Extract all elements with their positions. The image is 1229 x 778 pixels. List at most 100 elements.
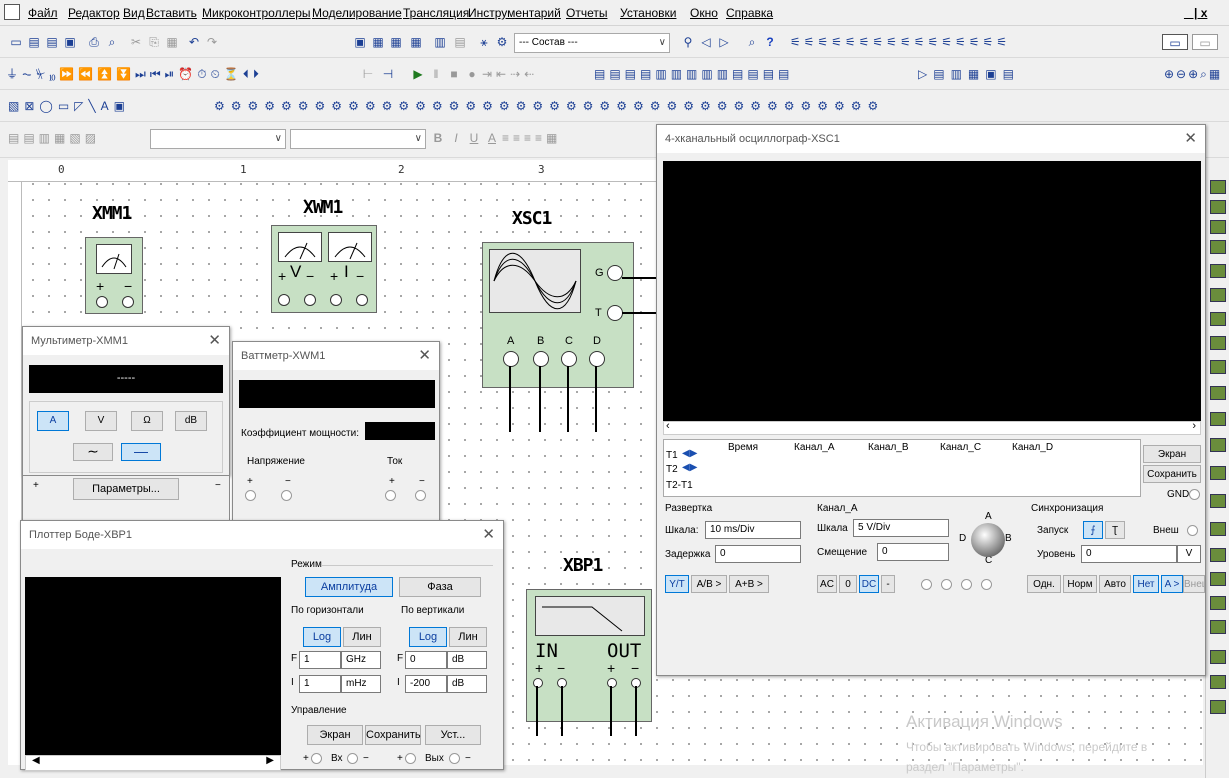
measurement-probes-icon[interactable]: ⚟⚟⚟⚟⚟⚟⚟⚟⚟⚟⚟⚟⚟⚟⚟⚟ [790,34,1100,50]
instrument-bin-icon[interactable] [1210,494,1226,508]
menu-microcontrollers[interactable]: Микроконтроллеры [202,6,311,20]
instrument-bin-icon[interactable] [1210,572,1226,586]
vertical-lin-button[interactable]: Лин [449,627,487,647]
debug-step-icon[interactable]: ⇥⇤⇢⇠ [482,66,562,82]
close-icon[interactable]: ✕ [482,521,495,549]
zoom-icon[interactable]: ⊕⊖⊕⌕▦ [1164,66,1224,82]
minus-coupling-button[interactable]: - [881,575,895,593]
pause-icon[interactable]: ‖ [428,66,444,82]
current-plus-terminal[interactable] [385,490,396,501]
xsc1-instrument[interactable]: G T A B C D [482,242,634,388]
instrument-bin-icon[interactable] [1210,675,1226,689]
voltage-minus-terminal[interactable] [281,490,292,501]
scroll-right-icon[interactable]: ▶ [266,755,274,766]
instrument-bin-icon[interactable] [1210,180,1226,194]
hierarchy-icon[interactable]: ▤ [452,34,468,50]
redo-icon[interactable]: ↷ [204,34,220,50]
trigger-level-unit[interactable]: V [1177,545,1201,563]
scroll-left-icon[interactable]: ‹ [666,420,670,432]
spreadsheet-icon[interactable]: ▦ [408,34,424,50]
layout-tools-icon[interactable]: ▤▤▥▦▧▨ [8,130,138,146]
italic-icon[interactable]: I [448,130,464,146]
instrument-bin-icon[interactable] [1210,264,1226,278]
menu-reports[interactable]: Отчеты [566,6,607,20]
drawing-tools-icon[interactable]: ▧⊠◯▭◸╲A▣ [8,98,208,114]
horizontal-lin-button[interactable]: Лин [343,627,381,647]
copy-icon[interactable]: ⎘ [146,34,162,50]
xsc1-d-terminal[interactable] [589,351,605,367]
amplitude-button[interactable]: Амплитуда [305,577,393,597]
component-wizard-icon[interactable]: ⚙ [494,34,510,50]
bode-screen-button[interactable]: Экран [307,725,363,745]
open-icon[interactable]: ▤ [26,34,42,50]
bom-icon[interactable]: ▥ [432,34,448,50]
fullscreen-icon[interactable]: ▣ [352,34,368,50]
xsc1-c-terminal[interactable] [561,351,577,367]
vertical-i-unit[interactable]: dB [447,675,487,693]
horizontal-log-button[interactable]: Log [303,627,341,647]
find-icon[interactable]: ⌕ [744,34,760,50]
stop-icon[interactable]: ■ [446,66,462,82]
t1-arrows-icon[interactable]: ◀▶ [682,448,697,459]
timebase-scale-input[interactable]: 10 ms/Div [705,521,801,539]
new-file-icon[interactable]: ▭ [8,34,24,50]
gnd-terminal[interactable] [1189,489,1200,500]
menu-window[interactable]: Окно [690,6,718,20]
help-icon[interactable]: ? [762,34,778,50]
instrument-bin-icon[interactable] [1210,700,1226,714]
undo-icon[interactable]: ↶ [186,34,202,50]
virtual-instruments-icon[interactable]: ▷▤▥▦▣▤ [918,66,1158,82]
menu-file[interactable]: Файл [28,6,58,20]
auto-trigger-button[interactable]: Авто [1099,575,1131,593]
channel-selector-knob[interactable] [971,523,1005,557]
menu-view[interactable]: Вид [123,6,145,20]
t2-arrows-icon[interactable]: ◀▶ [682,462,697,473]
app-icon[interactable] [4,4,20,20]
menu-translation[interactable]: Трансляция [403,6,469,20]
channel-offset-input[interactable]: 0 [877,543,949,561]
oscilloscope-save-button[interactable]: Сохранить [1143,465,1201,483]
instrument-bin-icon[interactable] [1210,650,1226,664]
run-icon[interactable]: ▶ [410,66,426,82]
forward-annotate-icon[interactable]: ▷ [716,34,732,50]
xbp1-instrument[interactable]: IN OUT + − + − [526,589,652,722]
underline-icon[interactable]: U [466,130,482,146]
save-icon[interactable]: ▣ [62,34,78,50]
zoom-area-icon[interactable]: ▦ [388,34,404,50]
ohmmeter-button[interactable]: Ω [131,411,163,431]
instrument-bin-icon[interactable] [1210,288,1226,302]
horizontal-i-input[interactable]: 1 [299,675,341,693]
db-button[interactable]: dB [175,411,207,431]
print-preview-icon[interactable]: ⌕ [104,34,120,50]
trigger-level-input[interactable]: 0 [1081,545,1177,563]
close-icon[interactable]: ✕ [1184,125,1197,153]
menu-insert[interactable]: Вставить [146,6,197,20]
rising-edge-icon[interactable]: ⨍ [1083,521,1103,539]
cut-icon[interactable]: ✂ [128,34,144,50]
xsc1-t-terminal[interactable] [607,305,623,321]
database-icon[interactable]: ⚹ [476,34,492,50]
instrument-bin-icon[interactable] [1210,200,1226,214]
menu-settings[interactable]: Установки [620,6,676,20]
menu-simulation[interactable]: Моделирование [312,6,402,20]
timebase-delay-input[interactable]: 0 [715,545,801,563]
probe-icon[interactable]: ⊢ [360,66,376,82]
font-size-combo[interactable]: ∨ [290,129,426,149]
vertical-f-input[interactable]: 0 [405,651,447,669]
yt-mode-button[interactable]: Y/T [665,575,689,593]
instrument-bin-icon[interactable] [1210,438,1226,452]
print-icon[interactable]: ⎙ [86,34,102,50]
ammeter-button[interactable]: A [37,411,69,431]
component-bins-icon[interactable]: ⚙⚙⚙⚙⚙⚙⚙⚙⚙⚙⚙⚙⚙⚙⚙⚙⚙⚙⚙⚙⚙⚙⚙⚙⚙⚙⚙⚙⚙⚙⚙⚙⚙⚙⚙⚙⚙⚙⚙⚙ [214,98,1214,114]
current-minus-terminal[interactable] [415,490,426,501]
vertical-f-unit[interactable]: dB [447,651,487,669]
bode-save-button[interactable]: Сохранить [365,725,421,745]
menu-edit[interactable]: Редактор [68,6,120,20]
horizontal-i-unit[interactable]: mHz [341,675,381,693]
ac-coupling-button[interactable]: AC [817,575,837,593]
xsc1-b-terminal[interactable] [533,351,549,367]
instrument-bin-icon[interactable] [1210,336,1226,350]
probe-icon[interactable] [1210,750,1226,764]
open-sample-icon[interactable]: ▤ [44,34,60,50]
single-trigger-button[interactable]: Одн. [1027,575,1061,593]
